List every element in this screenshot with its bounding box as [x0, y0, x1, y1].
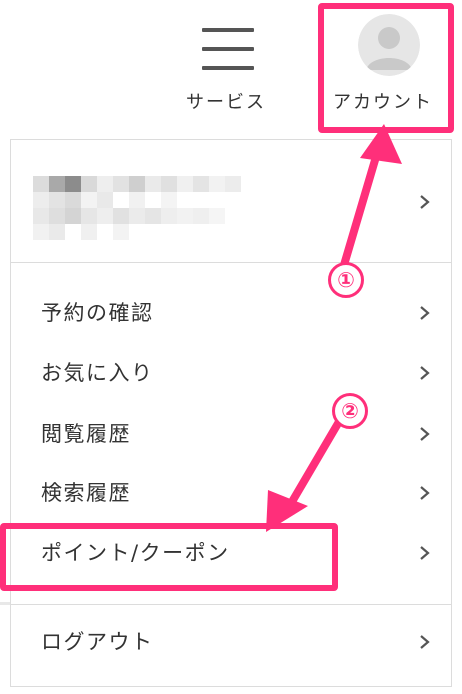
- menu-item-favorites[interactable]: お気に入り: [11, 343, 451, 403]
- blurred-user-name: [33, 176, 241, 240]
- menu-item-reservations[interactable]: 予約の確認: [11, 283, 451, 343]
- chevron-right-icon: [420, 486, 430, 500]
- page: サービス アカウント 予約の確認 お気に入り 閲覧履歴 検索履歴 ポイント/クー…: [0, 0, 462, 694]
- menu-item-label: ログアウト: [41, 630, 154, 654]
- service-menu-button[interactable]: サービス: [176, 10, 276, 120]
- chevron-right-icon: [420, 195, 430, 209]
- account-dropdown-menu: 予約の確認 お気に入り 閲覧履歴 検索履歴 ポイント/クーポン ログアウト: [10, 139, 452, 687]
- menu-item-label: お気に入り: [41, 361, 154, 385]
- chevron-right-icon: [420, 546, 430, 560]
- background-divider: [0, 602, 10, 605]
- menu-item-label: 検索履歴: [41, 481, 131, 505]
- step-1-badge: ①: [328, 262, 364, 298]
- menu-item-search-history[interactable]: 検索履歴: [11, 463, 451, 523]
- menu-item-browsing-history[interactable]: 閲覧履歴: [11, 404, 451, 464]
- account-highlight-box: [318, 3, 454, 133]
- chevron-right-icon: [420, 306, 430, 320]
- user-info-row[interactable]: [11, 140, 451, 263]
- menu-divider: [11, 604, 451, 605]
- step-2-badge: ②: [332, 393, 368, 429]
- hamburger-icon: [202, 28, 254, 70]
- chevron-right-icon: [420, 366, 430, 380]
- menu-item-label: 予約の確認: [41, 301, 154, 325]
- menu-item-logout[interactable]: ログアウト: [11, 612, 451, 672]
- service-label: サービス: [186, 92, 266, 113]
- chevron-right-icon: [420, 427, 430, 441]
- menu-item-label: 閲覧履歴: [41, 422, 131, 446]
- chevron-right-icon: [420, 635, 430, 649]
- coupon-highlight-box: [0, 523, 338, 591]
